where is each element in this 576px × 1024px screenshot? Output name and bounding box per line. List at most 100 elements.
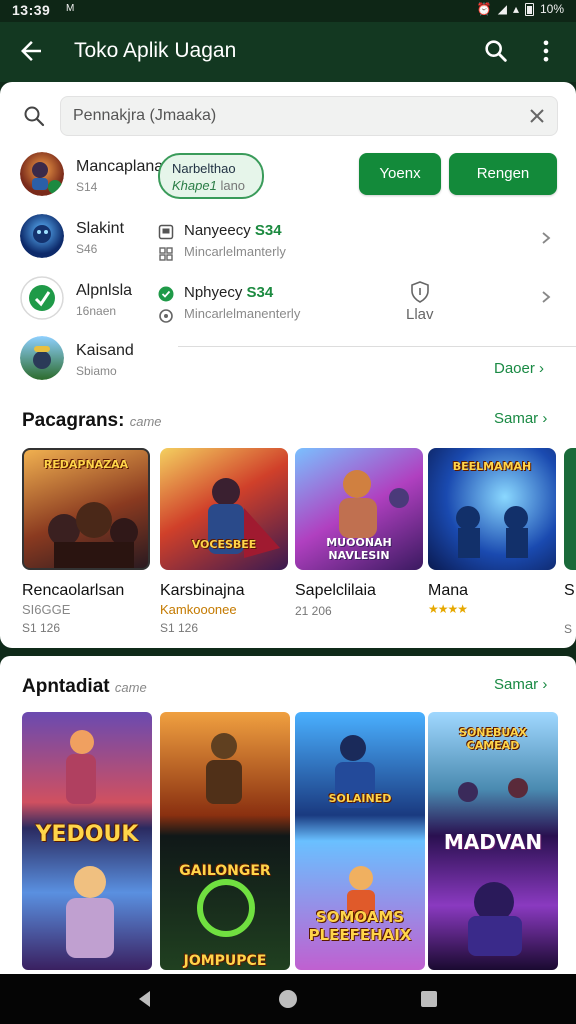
game-card[interactable]: VOCESBEE Karsbinajna Kamkooonee S1 126: [160, 448, 288, 635]
section-title: Pacagrans: came: [22, 410, 162, 431]
app-sub: S46: [76, 242, 98, 256]
game-tile[interactable]: YEDOUK: [22, 712, 152, 970]
game-size: S: [564, 622, 573, 636]
see-more-link[interactable]: Samar ›: [494, 676, 547, 693]
section-card: Apntadiat came Samar › YEDOUK GAILONGER …: [0, 656, 576, 974]
list-item[interactable]: Mancaplana S14: [20, 152, 170, 200]
app-name: Slakint: [76, 220, 125, 237]
game-art-title: BEELMAMAH: [452, 460, 532, 473]
nav-recents-icon[interactable]: [418, 988, 440, 1010]
game-card[interactable]: REDAPNAZAA Rencaolarlsan SI6GGE S1 126: [22, 448, 150, 635]
back-arrow-icon[interactable]: [16, 36, 46, 66]
game-art-title: MUOONAH NAVLESIN: [326, 536, 392, 562]
search-icon[interactable]: [482, 37, 510, 65]
game-thumbnail: REDAPNAZAA: [22, 448, 150, 570]
chevron-right-icon[interactable]: [538, 230, 554, 246]
wifi-icon: ▴: [512, 2, 519, 16]
more-vert-icon[interactable]: [532, 37, 560, 65]
app-sub: S14: [76, 180, 98, 194]
carrier-icon: M: [66, 3, 75, 14]
app-avatar: [20, 152, 64, 196]
game-name: S: [564, 582, 575, 599]
game-size: 21 206: [295, 604, 332, 618]
section-subtitle: came: [129, 414, 162, 429]
game-thumbnail: MUOONAH NAVLESIN: [295, 448, 423, 570]
chip-line1: Narbelthao: [172, 161, 236, 176]
app-name: Alpnlsla: [76, 282, 133, 299]
settings-icon: [159, 309, 173, 323]
app-name: Kaisand: [76, 342, 134, 359]
game-art-title: VOCESBEE: [191, 538, 257, 551]
game-card[interactable]: BEELMAMAH Mana ★★★★: [428, 448, 556, 616]
status-time: 13:39: [12, 2, 51, 18]
game-card[interactable]: MUOONAH NAVLESIN Sapelclilaia 21 206: [295, 448, 423, 618]
system-nav-bar: [0, 974, 576, 1024]
info-title: Nphyecy S34: [184, 284, 274, 301]
flav-label: Llav: [406, 306, 434, 323]
app-avatar: [20, 276, 64, 320]
info-badge: S34: [254, 222, 282, 239]
game-tile[interactable]: GAILONGER JOMPUPCE: [160, 712, 290, 970]
daoer-link[interactable]: Daoer ›: [494, 360, 544, 377]
grid-icon: [159, 247, 173, 261]
game-art-title-top: SOLAINED: [328, 792, 392, 805]
info-badge: S34: [246, 284, 274, 301]
game-size: S1 126: [22, 621, 61, 635]
game-art-title: MADVAN: [443, 830, 543, 854]
app-name: Mancaplana: [76, 158, 164, 175]
app-sub: 16naen: [76, 304, 117, 318]
secondary-button[interactable]: Rengen: [449, 153, 557, 195]
game-thumbnail: [564, 448, 576, 570]
game-sub: Kamkooonee: [160, 602, 237, 617]
game-thumbnail: VOCESBEE: [160, 448, 288, 570]
app-avatar: [20, 336, 64, 380]
app-bar: Toko Aplik Uagan: [0, 22, 576, 82]
search-icon: [24, 106, 45, 127]
search-field: [60, 96, 558, 136]
chip-line2-suffix: lano: [220, 178, 246, 193]
info-item[interactable]: Nanyeecy S34 Mincarlelmanterly: [158, 222, 358, 266]
list-item[interactable]: Kaisand Sbiamo: [20, 336, 170, 384]
game-name: Mana: [428, 582, 469, 599]
install-chip[interactable]: Narbelthao Khape1 lano: [158, 153, 264, 199]
doc-icon: [158, 224, 174, 240]
chip-line2: Khape1: [172, 178, 217, 193]
battery-level: 10%: [539, 2, 564, 16]
page-title: Toko Aplik Uagan: [74, 39, 237, 62]
chevron-right-icon[interactable]: [538, 289, 554, 305]
signal-icon: ◢: [497, 2, 507, 16]
game-thumbnail: BEELMAMAH: [428, 448, 556, 570]
divider: [178, 346, 576, 347]
primary-button[interactable]: Yoenx: [359, 153, 441, 195]
game-art-title: GAILONGER JOMPUPCE: [179, 863, 271, 969]
info-sub: Mincarlelmanterly: [184, 244, 286, 259]
game-art-title: REDAPNAZAA: [43, 458, 129, 471]
battery-icon: [524, 2, 534, 16]
list-item[interactable]: Slakint S46: [20, 214, 170, 262]
clear-icon[interactable]: [527, 106, 547, 126]
game-name: Rencaolarlsan: [22, 582, 125, 599]
status-icons: ⏰ ◢ ▴ 10%: [477, 2, 564, 16]
game-size: S1 126: [160, 621, 199, 635]
search-row: [18, 96, 558, 136]
game-art-title: YEDOUK: [35, 822, 139, 847]
nav-home-icon[interactable]: [277, 988, 299, 1010]
see-more-link[interactable]: Samar ›: [494, 410, 547, 427]
list-item[interactable]: Alpnlsla 16naen: [20, 276, 170, 324]
game-card[interactable]: S S: [564, 448, 576, 636]
game-art-title: SOMOAMS PLEEFEHAIX: [308, 908, 412, 944]
nav-back-icon[interactable]: [134, 988, 156, 1010]
section-title: Apntadiat came: [22, 676, 147, 697]
app-sub: Sbiamo: [76, 364, 117, 378]
chevron-right-icon: ›: [539, 360, 545, 377]
game-name: Karsbinajna: [160, 582, 245, 599]
rating-stars: ★★★★: [428, 602, 468, 616]
app-avatar: [20, 214, 64, 258]
game-tile[interactable]: SOLAINED SOMOAMS PLEEFEHAIX: [295, 712, 425, 970]
game-art-title-top: SONEBUAX CAMEAD: [459, 726, 527, 752]
game-tile[interactable]: SONEBUAX CAMEAD MADVAN: [428, 712, 558, 970]
check-circle-icon: [158, 286, 174, 302]
search-input[interactable]: [61, 97, 501, 135]
shield-icon: [411, 281, 429, 303]
info-item[interactable]: Nphyecy S34 Mincarlelmanenterly: [158, 284, 358, 328]
